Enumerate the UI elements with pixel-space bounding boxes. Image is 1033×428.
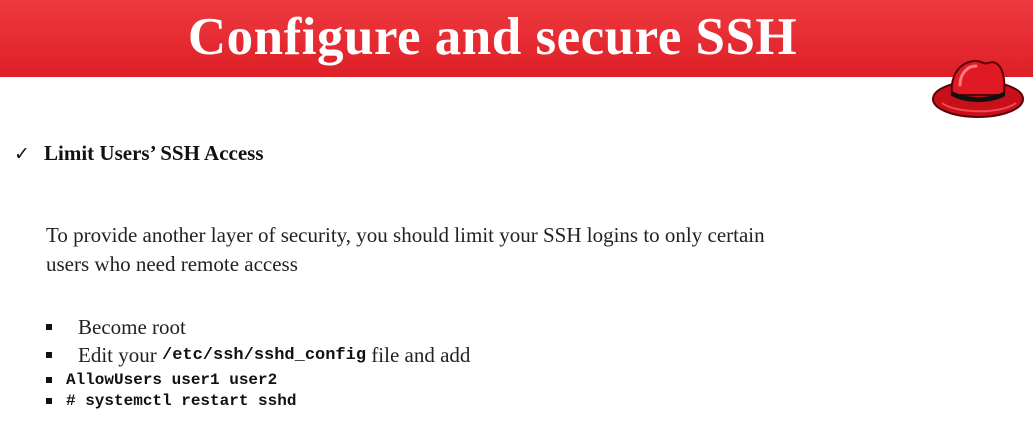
list-item: Become root — [46, 313, 470, 341]
step-text: file and add — [366, 342, 471, 367]
list-item: AllowUsers user1 user2 — [46, 369, 470, 390]
red-fedora-hat-icon — [932, 59, 1024, 118]
slide-title: Configure and secure SSH — [187, 8, 798, 66]
list-item: Edit your /etc/ssh/sshd_config file and … — [46, 341, 470, 369]
steps-list: Become root Edit your /etc/ssh/sshd_conf… — [46, 313, 470, 411]
section-heading: ✓ Limit Users’ SSH Access — [14, 141, 264, 166]
config-directive: AllowUsers user1 user2 — [66, 370, 278, 389]
bullet-square-icon — [46, 324, 52, 330]
step-text: Become root — [78, 314, 186, 339]
config-file-path: /etc/ssh/sshd_config — [162, 345, 367, 365]
paragraph-line: To provide another layer of security, yo… — [46, 223, 765, 247]
list-item: # systemctl restart sshd — [46, 390, 470, 411]
section-title: Limit Users’ SSH Access — [44, 141, 264, 165]
step-text: Edit your — [78, 342, 162, 367]
paragraph-line: users who need remote access — [46, 252, 298, 276]
shell-command: # systemctl restart sshd — [66, 391, 297, 410]
title-banner: Configure and secure SSH — [0, 0, 1033, 77]
bullet-square-icon — [46, 376, 52, 383]
bullet-square-icon — [46, 352, 52, 358]
checkmark-icon: ✓ — [14, 142, 30, 165]
description-paragraph: To provide another layer of security, yo… — [46, 221, 916, 279]
bullet-square-icon — [46, 397, 52, 404]
